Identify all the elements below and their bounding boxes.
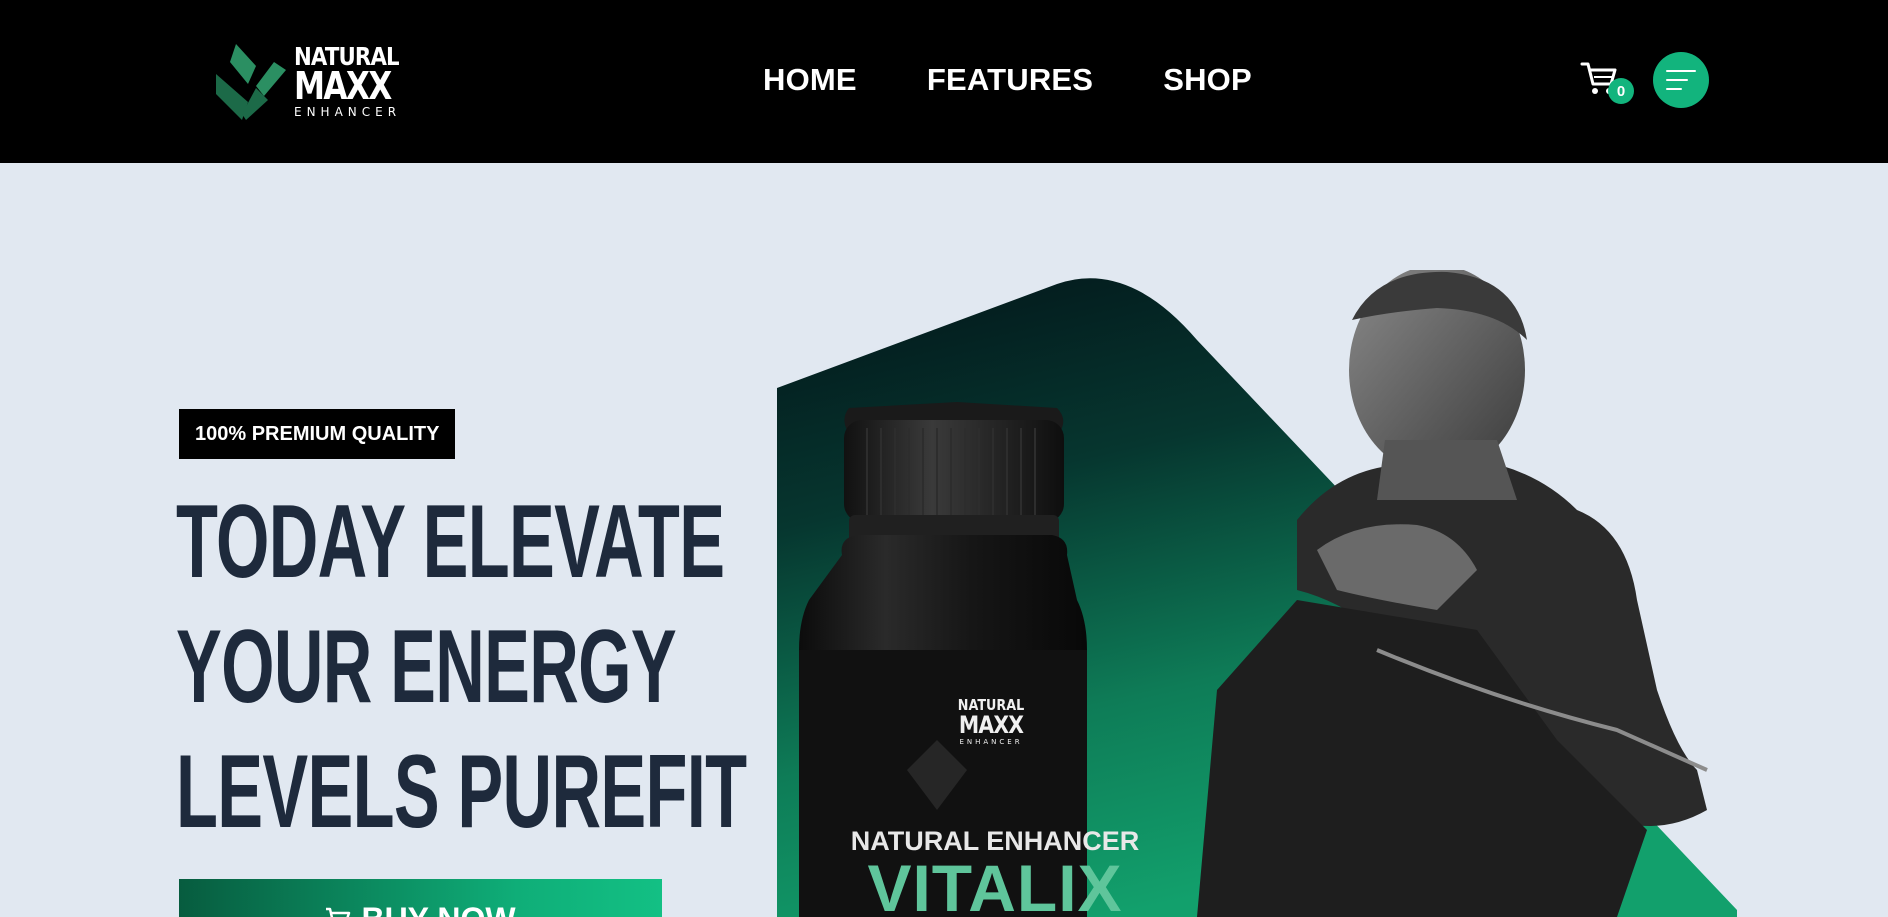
nav-home[interactable]: HOME: [763, 60, 857, 100]
nav-features[interactable]: FEATURES: [927, 60, 1093, 100]
nav-shop[interactable]: SHOP: [1163, 60, 1252, 100]
headline-line-1: TODAY ELEVATE: [176, 484, 725, 600]
site-header: NATURAL MAXX ENHANCER HOME FEATURES SHOP…: [0, 0, 1888, 163]
bottle-product-name: VITALIX: [867, 851, 1123, 917]
hero-illustration: [777, 270, 1737, 917]
hamburger-menu-icon: [1666, 70, 1696, 72]
cart-count-badge: 0: [1608, 78, 1634, 104]
leaf-logo-icon: [216, 44, 286, 120]
buy-now-button[interactable]: BUY NOW: [179, 879, 662, 917]
headline-line-3: LEVELS PUREFIT: [176, 734, 747, 850]
brand-logo[interactable]: NATURAL MAXX ENHANCER: [216, 42, 400, 124]
hamburger-line: [1666, 88, 1682, 90]
hero-product-visual: NATURAL MAXX ENHANCER NATURAL ENHANCER V…: [777, 270, 1777, 917]
menu-button[interactable]: [1653, 52, 1709, 108]
quality-badge: 100% PREMIUM QUALITY: [179, 409, 456, 459]
cart-icon: [326, 907, 351, 917]
logo-wordmark: NATURAL MAXX ENHANCER: [294, 44, 417, 118]
bottle-logo: NATURAL MAXX ENHANCER: [951, 698, 1031, 746]
headline-line-2: YOUR ENERGY: [176, 609, 677, 725]
hamburger-line: [1666, 79, 1688, 81]
logo-text-mid: MAXX: [294, 64, 392, 108]
cart-button[interactable]: 0: [1580, 58, 1634, 104]
buy-now-label: BUY NOW: [361, 901, 515, 917]
bottle-logo-bottom: ENHANCER: [959, 738, 1023, 746]
main-nav: HOME FEATURES SHOP: [763, 60, 1252, 100]
bottle-logo-mid: MAXX: [958, 711, 1024, 739]
